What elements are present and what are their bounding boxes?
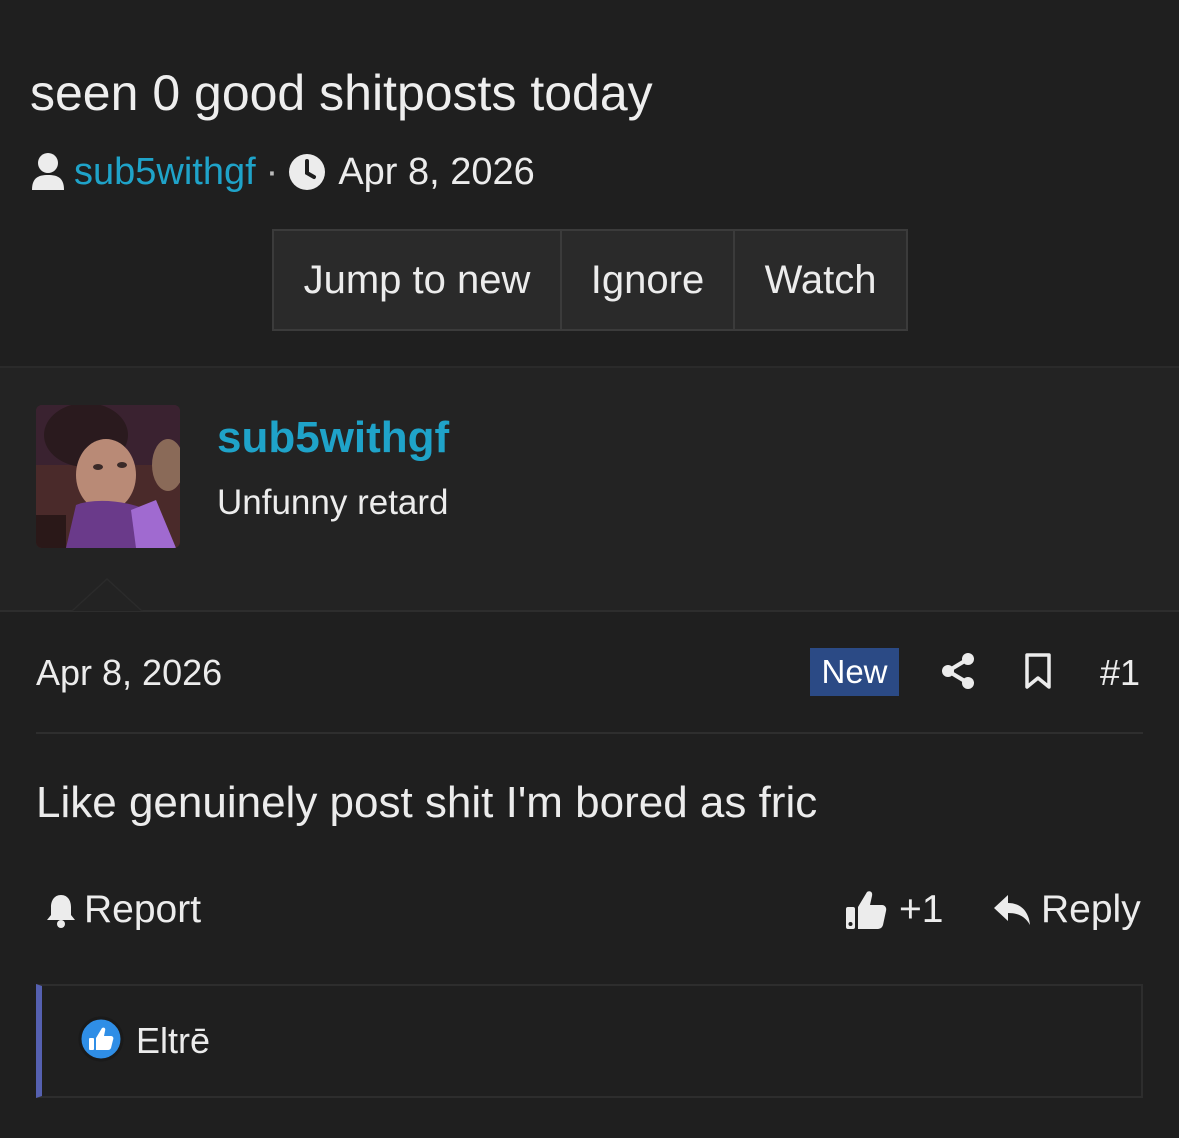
clock-icon bbox=[289, 154, 326, 190]
avatar-image bbox=[36, 405, 180, 548]
thumb-up-icon bbox=[846, 891, 887, 929]
bookmark-icon[interactable] bbox=[1024, 652, 1052, 690]
meta-separator: · bbox=[265, 150, 279, 193]
thread-author-link[interactable]: sub5withgf bbox=[74, 151, 256, 194]
bell-icon bbox=[47, 895, 75, 928]
post-body: Like genuinely post shit I'm bored as fr… bbox=[36, 778, 818, 827]
reactions-bar[interactable]: Eltrē bbox=[36, 984, 1143, 1098]
post-divider bbox=[36, 732, 1143, 734]
thread-title: seen 0 good shitposts today bbox=[30, 65, 653, 121]
ignore-button[interactable]: Ignore bbox=[562, 229, 735, 331]
user-block-arrow-inner bbox=[73, 580, 141, 611]
user-icon bbox=[32, 153, 64, 190]
report-button[interactable]: Report bbox=[44, 887, 201, 933]
like-reaction-icon bbox=[78, 1016, 124, 1062]
post-user-block: sub5withgf Unfunny retard bbox=[0, 368, 1179, 612]
thread-actions: Jump to new Ignore Watch bbox=[272, 229, 908, 335]
avatar[interactable] bbox=[36, 405, 180, 548]
user-title: Unfunny retard bbox=[217, 483, 449, 522]
share-icon[interactable] bbox=[940, 652, 976, 690]
reply-button[interactable]: Reply bbox=[993, 887, 1141, 933]
thread-meta: sub5withgf · Apr 8, 2026 bbox=[30, 150, 535, 194]
watch-button[interactable]: Watch bbox=[735, 229, 908, 331]
report-label: Report bbox=[84, 888, 202, 931]
reply-label: Reply bbox=[1041, 888, 1141, 931]
post-username[interactable]: sub5withgf bbox=[217, 413, 449, 463]
reactor-name[interactable]: Eltrē bbox=[136, 1020, 210, 1062]
like-button[interactable]: +1 bbox=[845, 887, 943, 933]
thread-date[interactable]: Apr 8, 2026 bbox=[338, 151, 534, 194]
post-number-link[interactable]: #1 bbox=[1100, 652, 1140, 694]
thread-header: seen 0 good shitposts today sub5withgf ·… bbox=[0, 0, 1179, 368]
like-count: +1 bbox=[899, 888, 944, 931]
jump-to-new-button[interactable]: Jump to new bbox=[272, 229, 562, 331]
reply-icon bbox=[994, 895, 1030, 925]
post-date[interactable]: Apr 8, 2026 bbox=[36, 652, 222, 694]
new-badge: New bbox=[810, 648, 899, 696]
